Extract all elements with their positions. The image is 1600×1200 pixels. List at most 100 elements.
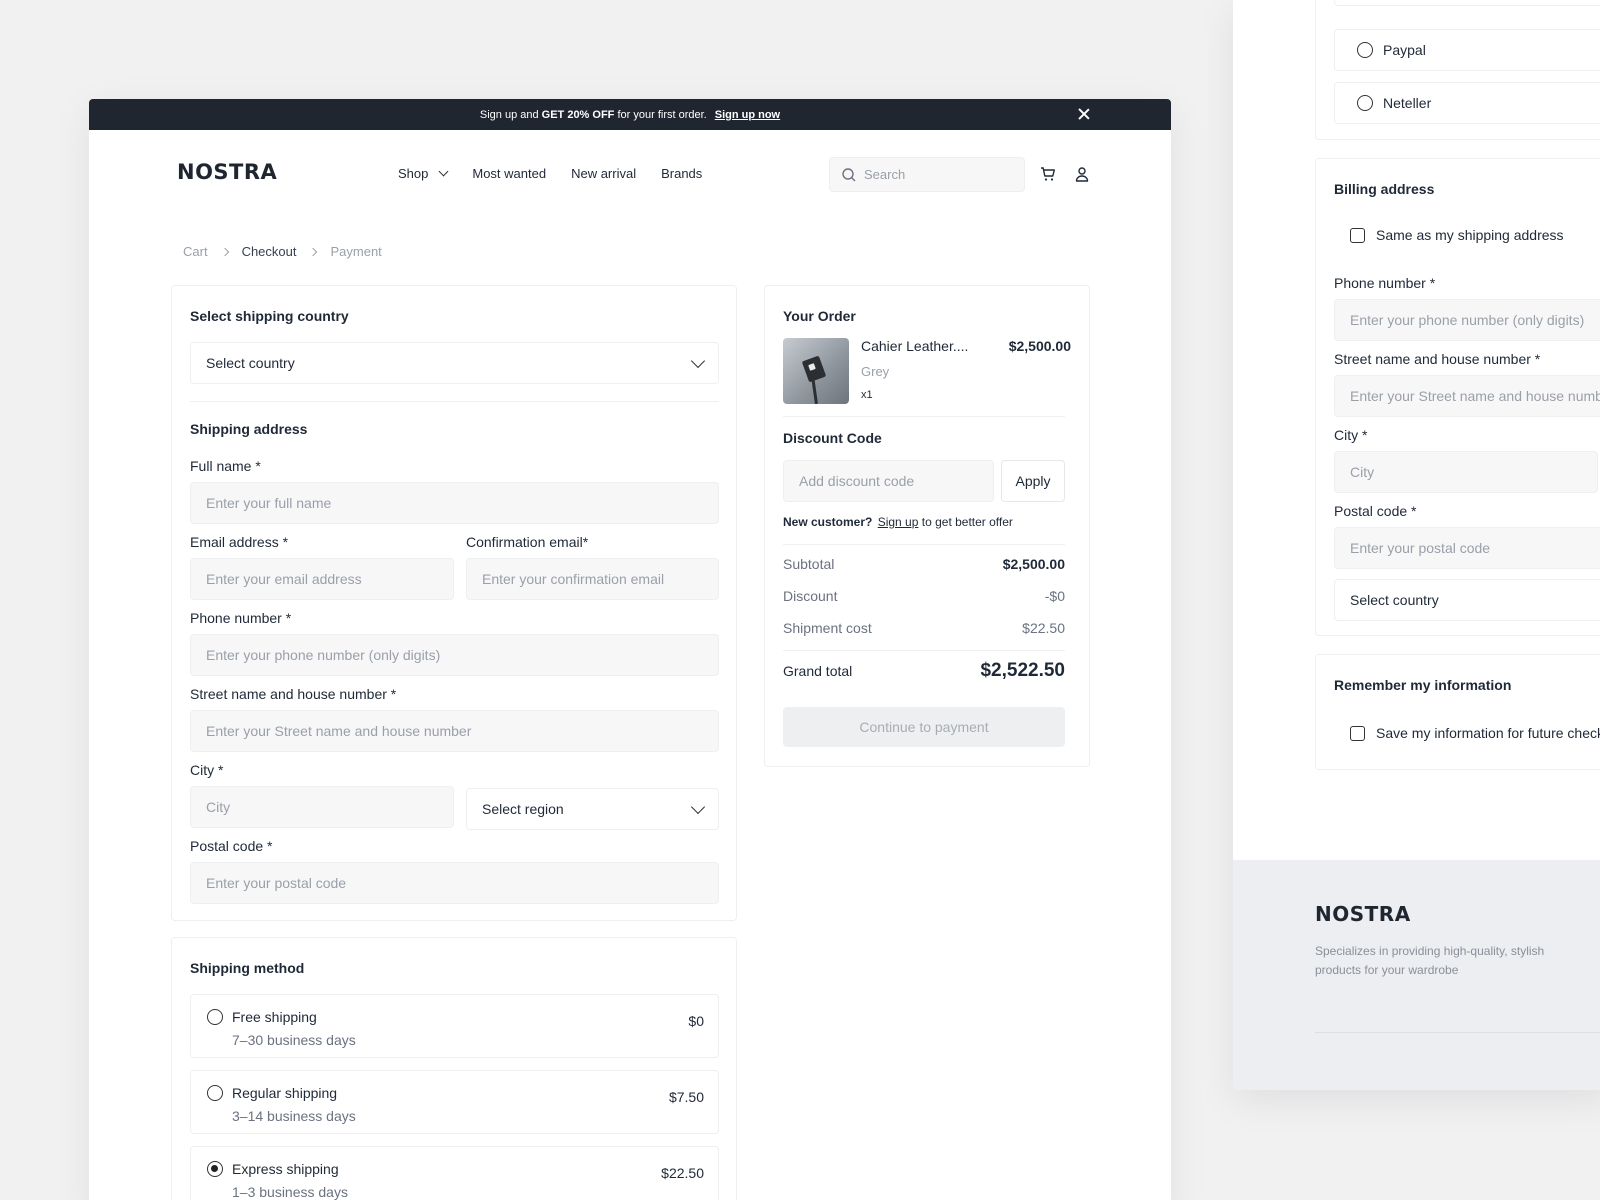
checkbox[interactable] [1350, 227, 1365, 243]
radio-button[interactable] [207, 1085, 223, 1101]
search-input[interactable]: Search [829, 157, 1025, 192]
cart-icon[interactable] [1040, 166, 1056, 182]
country-select[interactable]: Select country [190, 342, 719, 384]
neteller-label: Neteller [1383, 95, 1432, 111]
promo-signup-link[interactable]: Sign up now [715, 109, 780, 121]
breadcrumb: Cart Checkout Payment [183, 244, 382, 259]
shipping-address-title: Shipping address [190, 421, 308, 437]
subtotal-label: Subtotal [783, 556, 835, 572]
product-price: $2,500.00 [1008, 338, 1071, 354]
billing-city-group: City * City [1334, 427, 1598, 493]
payment-option-neteller[interactable]: Neteller [1334, 82, 1600, 124]
discount-row: Discount -$0 [783, 588, 1065, 604]
street-input[interactable]: Enter your Street name and house number [190, 710, 719, 752]
remember-info-card: Remember my information Save my informat… [1315, 654, 1600, 770]
divider [783, 416, 1065, 417]
billing-street-input[interactable]: Enter your Street name and house number [1334, 375, 1600, 417]
billing-country-select[interactable]: Select country [1334, 579, 1600, 621]
postal-placeholder: Enter your postal code [206, 875, 347, 891]
option-price: $0 [688, 1013, 704, 1029]
shipping-option-express[interactable]: Express shipping 1–3 business days $22.5… [190, 1146, 719, 1200]
discount-title: Discount Code [783, 430, 882, 446]
option-price: $7.50 [668, 1089, 704, 1105]
chevron-right-icon [220, 247, 229, 256]
shipment-row: Shipment cost $22.50 [783, 620, 1065, 636]
breadcrumb-payment[interactable]: Payment [330, 244, 381, 259]
email-placeholder: Enter your email address [206, 571, 362, 587]
phone-input[interactable]: Enter your phone number (only digits) [190, 634, 719, 676]
confirm-email-group: Confirmation email* Enter your confirmat… [466, 534, 719, 600]
divider [783, 544, 1065, 545]
city-input[interactable]: City [190, 786, 454, 828]
region-select-value: Select region [482, 801, 564, 817]
billing-street-group: Street name and house number * Enter you… [1334, 351, 1600, 417]
discount-input[interactable]: Add discount code [783, 460, 994, 502]
confirm-email-input[interactable]: Enter your confirmation email [466, 558, 719, 600]
billing-postal-label: Postal code * [1334, 503, 1417, 519]
email-label: Email address * [190, 534, 289, 550]
nav-shop[interactable]: Shop [398, 166, 449, 181]
billing-postal-placeholder: Enter your postal code [1350, 540, 1491, 556]
footer-description: Specializes in providing high-quality, s… [1315, 944, 1545, 977]
postal-group: Postal code * Enter your postal code [190, 838, 719, 904]
divider [190, 401, 719, 402]
payment-option-top[interactable] [1334, 0, 1600, 6]
shipment-value: $22.50 [1022, 620, 1065, 636]
logo[interactable]: NOSTRA [177, 160, 277, 184]
chevron-down-icon [690, 799, 706, 814]
breadcrumb-cart[interactable]: Cart [183, 244, 208, 259]
option-days: 1–3 business days [232, 1184, 348, 1200]
billing-address-card: Billing address Same as my shipping addr… [1315, 158, 1600, 636]
product-name[interactable]: Cahier Leather.... [861, 338, 968, 354]
option-days: 3–14 business days [232, 1108, 356, 1124]
breadcrumb-checkout[interactable]: Checkout [242, 244, 297, 259]
shipping-method-card: Shipping method Free shipping 7–30 busin… [171, 937, 737, 1200]
user-icon[interactable] [1074, 166, 1090, 182]
save-info-option[interactable]: Save my information for future checkout [1350, 725, 1600, 741]
nav-brands[interactable]: Brands [661, 166, 702, 181]
grand-total-value: $2,522.50 [980, 660, 1065, 681]
shipping-option-free[interactable]: Free shipping 7–30 business days $0 [190, 994, 719, 1058]
checkout-window: Sign up and GET 20% OFF for your first o… [89, 99, 1171, 1200]
confirm-email-placeholder: Enter your confirmation email [482, 571, 665, 587]
paypal-label: Paypal [1383, 42, 1426, 58]
region-select[interactable]: Select region [466, 788, 719, 830]
nav-most-wanted[interactable]: Most wanted [472, 166, 546, 181]
billing-postal-input[interactable]: Enter your postal code [1334, 527, 1600, 569]
same-address-option[interactable]: Same as my shipping address [1350, 227, 1564, 243]
product-image [783, 338, 849, 404]
chevron-down-icon [438, 166, 449, 177]
continue-to-payment-button[interactable]: Continue to payment [783, 707, 1065, 747]
radio-button[interactable] [207, 1009, 223, 1025]
billing-postal-group: Postal code * Enter your postal code [1334, 503, 1600, 569]
search-icon [842, 167, 856, 181]
radio-button-selected[interactable] [207, 1161, 223, 1177]
payment-option-paypal[interactable]: Paypal [1334, 29, 1600, 71]
sign-up-link[interactable]: Sign up [878, 515, 919, 529]
checkbox[interactable] [1350, 725, 1365, 741]
full-name-input[interactable]: Enter your full name [190, 482, 719, 524]
chevron-right-icon [309, 247, 318, 256]
billing-city-input[interactable]: City [1334, 451, 1598, 493]
nav-new-arrival[interactable]: New arrival [571, 166, 636, 181]
option-name: Regular shipping [232, 1085, 338, 1101]
shipping-option-regular[interactable]: Regular shipping 3–14 business days $7.5… [190, 1070, 719, 1134]
radio-button[interactable] [1357, 42, 1373, 58]
main-nav: Shop Most wanted New arrival Brands [398, 166, 702, 181]
billing-city-placeholder: City [1350, 464, 1375, 480]
apply-button[interactable]: Apply [1001, 460, 1065, 502]
remember-title: Remember my information [1334, 677, 1512, 693]
billing-phone-group: Phone number * Enter your phone number (… [1334, 275, 1600, 341]
city-label: City * [190, 762, 224, 778]
billing-phone-input[interactable]: Enter your phone number (only digits) [1334, 299, 1600, 341]
shipping-method-title: Shipping method [190, 960, 305, 976]
order-title: Your Order [783, 308, 856, 324]
footer-logo[interactable]: NOSTRA [1315, 902, 1411, 926]
email-input[interactable]: Enter your email address [190, 558, 454, 600]
radio-button[interactable] [1357, 95, 1373, 111]
close-icon[interactable] [1077, 107, 1091, 121]
shipping-form-card: Select shipping country Select country S… [171, 285, 737, 921]
postal-input[interactable]: Enter your postal code [190, 862, 719, 904]
street-label: Street name and house number * [190, 686, 397, 702]
search-placeholder: Search [864, 167, 906, 182]
